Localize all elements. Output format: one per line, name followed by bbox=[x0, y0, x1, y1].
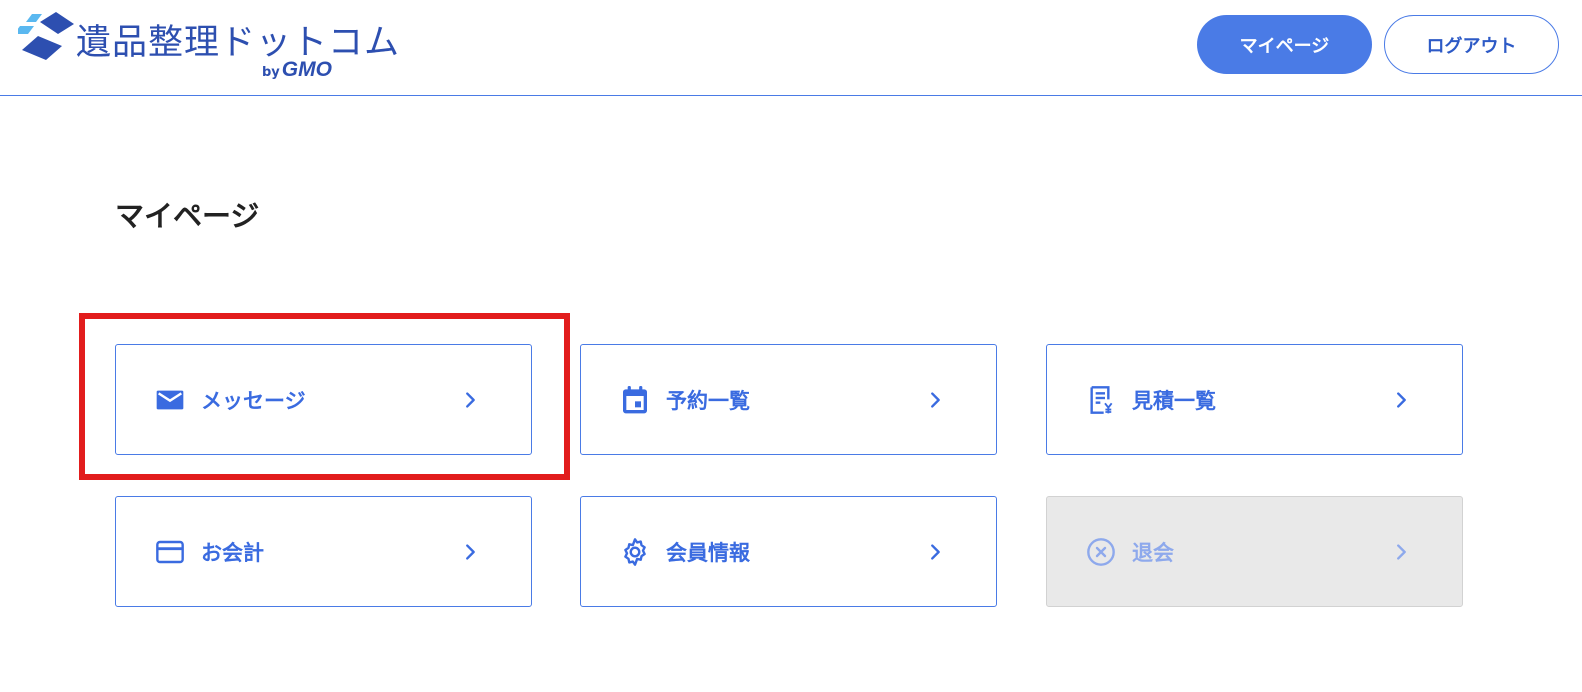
menu-card-label: お会計 bbox=[201, 541, 264, 565]
menu-card-messages[interactable]: メッセージ bbox=[115, 344, 532, 455]
calendar-icon bbox=[623, 386, 647, 414]
page-title: マイページ bbox=[115, 199, 260, 233]
chevron-right-icon bbox=[931, 392, 940, 408]
chevron-right-icon bbox=[931, 544, 940, 560]
logo-mark-icon bbox=[18, 12, 74, 60]
menu-card-label: メッセージ bbox=[201, 389, 306, 413]
menu-card-label: 退会 bbox=[1132, 541, 1174, 565]
menu-card-payment[interactable]: お会計 bbox=[115, 496, 532, 607]
menu-card-reservations[interactable]: 予約一覧 bbox=[580, 344, 997, 455]
menu-card-label: 予約一覧 bbox=[666, 389, 750, 413]
chevron-right-icon bbox=[466, 544, 475, 560]
logout-button[interactable]: ログアウト bbox=[1384, 15, 1559, 74]
cancel-circle-icon bbox=[1087, 538, 1115, 566]
site-header: 遺品整理ドットコム byGMO マイページ ログアウト bbox=[0, 0, 1582, 96]
menu-card-estimates[interactable]: 見積一覧 bbox=[1046, 344, 1463, 455]
menu-card-member-info[interactable]: 会員情報 bbox=[580, 496, 997, 607]
logo-by-gmo: byGMO bbox=[262, 58, 332, 82]
chevron-right-icon bbox=[1397, 544, 1406, 560]
mail-icon bbox=[156, 390, 184, 410]
gear-icon bbox=[624, 538, 646, 566]
logo-text: 遺品整理ドットコム bbox=[76, 23, 401, 63]
site-logo[interactable]: 遺品整理ドットコム byGMO bbox=[18, 10, 399, 82]
logo-brand-label: GMO bbox=[281, 58, 332, 81]
receipt-yen-icon bbox=[1090, 386, 1113, 414]
menu-card-label: 見積一覧 bbox=[1132, 389, 1216, 413]
chevron-right-icon bbox=[1397, 392, 1406, 408]
menu-card-label: 会員情報 bbox=[666, 541, 750, 565]
mypage-button[interactable]: マイページ bbox=[1197, 15, 1372, 74]
menu-card-withdraw: 退会 bbox=[1046, 496, 1463, 607]
credit-card-icon bbox=[156, 540, 184, 564]
chevron-right-icon bbox=[466, 392, 475, 408]
logo-by-label: by bbox=[262, 65, 280, 80]
